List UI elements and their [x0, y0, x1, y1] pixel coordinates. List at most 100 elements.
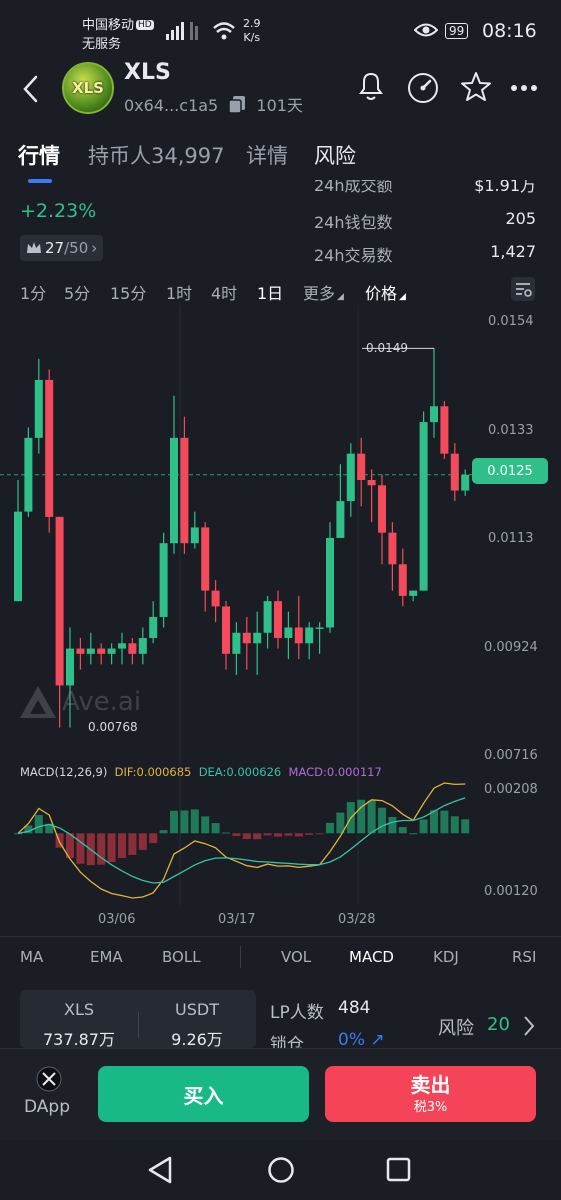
star-icon[interactable]	[460, 71, 492, 103]
timeframe-4h[interactable]: 4时	[211, 280, 237, 304]
dapp-icon[interactable]	[36, 1066, 62, 1092]
candle-body	[378, 485, 386, 533]
macd-axis-label: 0.00208	[484, 782, 538, 797]
high-price-label: 0.0149	[366, 341, 408, 355]
lock-label: 锁仓	[270, 1035, 304, 1048]
candle-body	[388, 532, 397, 565]
dapp-label[interactable]: DApp	[24, 1097, 70, 1117]
nav-back-icon[interactable]	[146, 1155, 174, 1185]
candle-body	[398, 564, 407, 596]
liquidity-pool-box: XLS 737.87万 USDT 9.26万	[20, 990, 256, 1049]
chevron-right-icon[interactable]	[522, 1015, 536, 1037]
macd-histogram-bar	[253, 833, 262, 840]
macd-histogram-bar	[118, 833, 126, 858]
candle-body	[326, 537, 334, 628]
price-axis-label: 0.0113	[488, 531, 534, 546]
indicator-macd[interactable]: MACD	[349, 948, 394, 966]
macd-chart	[14, 775, 470, 905]
indicator-ema[interactable]: EMA	[90, 948, 123, 966]
macd-histogram-bar	[222, 832, 230, 834]
candle-body	[242, 632, 251, 644]
nav-home-icon[interactable]	[266, 1155, 296, 1185]
price-axis-label: 0.00924	[484, 640, 538, 655]
candle-body	[118, 643, 126, 649]
buy-button[interactable]: 买入	[98, 1066, 309, 1122]
net-speed: 2.9 K/s	[243, 17, 261, 44]
candle-body	[180, 437, 189, 544]
tab-risk[interactable]: 风险	[314, 140, 356, 170]
bell-icon[interactable]	[356, 70, 386, 102]
pool-token-amount: 737.87万	[43, 1030, 115, 1049]
macd-histogram-bar	[461, 819, 470, 834]
macd-histogram-bar	[326, 822, 334, 834]
price-axis-label: 0.0133	[488, 423, 534, 438]
candle-body	[159, 543, 168, 617]
risk-score[interactable]: 20	[487, 1014, 510, 1035]
sell-button[interactable]: 卖出 税3%	[325, 1066, 536, 1122]
service-status: 无服务	[82, 37, 122, 52]
main-tabs: 行情 持币人34,997 详情 风险	[0, 135, 561, 185]
indicator-rsi[interactable]: RSI	[512, 948, 536, 966]
candle-body	[367, 480, 376, 486]
nav-recents-icon[interactable]	[386, 1157, 412, 1183]
tab-market[interactable]: 行情	[18, 140, 60, 170]
sell-tax: 税3%	[413, 1099, 448, 1115]
price-mode-select[interactable]: 价格 ◢	[365, 280, 406, 304]
macd-histogram-bar	[274, 833, 282, 837]
candle-body	[211, 590, 220, 607]
candle-body	[97, 648, 106, 654]
macd-histogram-bar	[180, 810, 189, 834]
candle-body	[201, 527, 210, 591]
macd-axis-label: 0.00120	[484, 884, 538, 899]
price-axis-label: 0.0154	[488, 314, 534, 329]
chart-settings-icon[interactable]	[510, 276, 536, 302]
token-address[interactable]: 0x64...c1a5	[124, 96, 218, 115]
timeframe-1d[interactable]: 1日	[257, 280, 283, 304]
lock-value[interactable]: 0% ↗	[338, 1030, 385, 1048]
pool-token-label: XLS	[63, 1000, 95, 1019]
gauge-icon[interactable]	[406, 71, 440, 105]
indicator-vol[interactable]: VOL	[281, 948, 311, 966]
date-axis-label: 03/28	[338, 912, 376, 927]
timeframe-more[interactable]: 更多 ◢	[303, 280, 344, 304]
indicator-boll[interactable]: BOLL	[162, 948, 201, 966]
tab-holders[interactable]: 持币人34,997	[88, 140, 224, 170]
rank-value: 27	[45, 239, 65, 257]
macd-histogram-bar	[294, 833, 303, 837]
more-menu-icon[interactable]	[510, 84, 538, 92]
signal-wifi-icon	[166, 22, 235, 40]
macd-histogram-bar	[190, 809, 199, 834]
indicator-kdj[interactable]: KDJ	[433, 948, 459, 966]
lp-holders-label: LP人数	[270, 1003, 324, 1023]
candle-body	[24, 437, 33, 512]
macd-histogram-bar	[284, 833, 293, 836]
price-change: +2.23%	[20, 200, 97, 222]
timeframe-1h[interactable]: 1时	[166, 280, 192, 304]
candle-body	[440, 406, 449, 454]
clock: 08:16	[482, 20, 537, 42]
macd-histogram-bar	[170, 810, 178, 834]
indicator-ma[interactable]: MA	[20, 948, 43, 966]
macd-histogram-bar	[450, 816, 459, 834]
watermark: Ave.ai	[18, 684, 141, 720]
candle-body	[55, 516, 64, 686]
ave-logo-icon	[20, 686, 56, 718]
stat-row-txns: 24h交易数 1,427	[314, 242, 536, 265]
macd-histogram-bar	[315, 833, 324, 835]
carrier: 中国移动 HD	[82, 18, 154, 33]
candle-body	[305, 627, 314, 644]
macd-histogram-bar	[201, 816, 210, 834]
rank-badge[interactable]: 27/50 ›	[20, 235, 104, 261]
timeframe-1m[interactable]: 1分	[20, 280, 46, 304]
back-arrow-icon[interactable]	[20, 74, 42, 104]
date-axis-label: 03/17	[218, 912, 256, 927]
macd-histogram-bar	[138, 833, 147, 850]
copy-icon[interactable]	[227, 94, 247, 114]
timeframe-15m[interactable]: 15分	[110, 280, 146, 304]
timeframe-5m[interactable]: 5分	[64, 280, 90, 304]
macd-histogram-bar	[107, 833, 116, 863]
current-price-tag: 0.0125	[472, 458, 548, 484]
tab-details[interactable]: 详情	[246, 140, 288, 170]
macd-histogram-bar	[388, 816, 397, 834]
macd-histogram-bar	[409, 833, 418, 835]
